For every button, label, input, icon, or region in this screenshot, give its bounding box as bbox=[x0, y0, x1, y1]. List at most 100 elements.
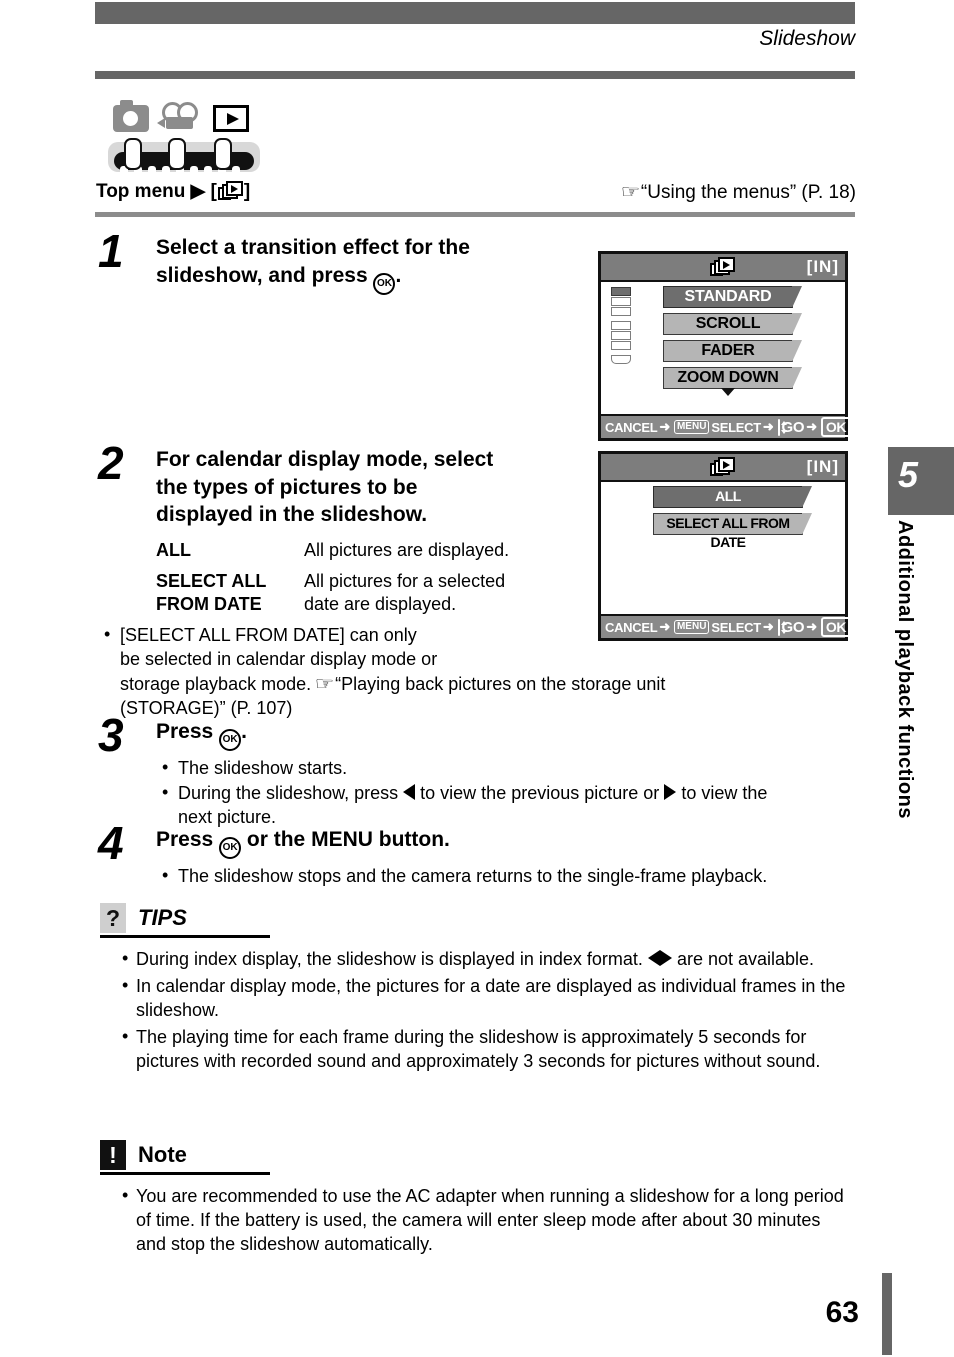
header-top-bar bbox=[95, 2, 855, 24]
dial-knob-movie bbox=[168, 138, 186, 170]
lcd2-guide-cancel: CANCEL bbox=[605, 619, 658, 635]
tips-bullet-1-part2: are not available. bbox=[676, 949, 815, 969]
top-menu-rule bbox=[95, 212, 855, 217]
step-3-title: Press OK. bbox=[156, 718, 767, 751]
definition-desc-select-all-from-date: All pictures for a selected date are dis… bbox=[304, 570, 509, 617]
arrow-left-icon bbox=[403, 783, 416, 800]
lcd1-status-bar: [IN] bbox=[601, 254, 845, 282]
slideshow-icon bbox=[217, 181, 243, 201]
step-3-bullet-1: The slideshow starts. bbox=[156, 756, 767, 781]
step-4-number: 4 bbox=[98, 817, 124, 869]
step-4-title-post: or the MENU button. bbox=[246, 828, 450, 851]
definition-term-line1: SELECT ALL bbox=[156, 570, 267, 591]
step-2-body: For calendar display mode, select the ty… bbox=[156, 446, 509, 623]
top-menu-arrow: ▶ bbox=[190, 181, 206, 202]
step-2-title: For calendar display mode, select the ty… bbox=[156, 446, 509, 529]
lcd2-guide-select: SELECT bbox=[711, 619, 761, 635]
definition-row-select-all-from-date: SELECT ALL FROM DATE All pictures for a … bbox=[156, 570, 509, 617]
lcd1-memory-indicator: [IN] bbox=[806, 257, 839, 276]
lcd2-body: ALL SELECT ALL FROM DATE bbox=[601, 482, 845, 612]
slideshow-icon bbox=[709, 257, 737, 279]
running-head: Slideshow bbox=[759, 27, 855, 50]
step-4-bullets: The slideshow stops and the camera retur… bbox=[156, 864, 767, 889]
step-1-number: 1 bbox=[98, 225, 124, 277]
note-bullets: You are recommended to use the AC adapte… bbox=[100, 1184, 855, 1257]
ok-button-icon: OK bbox=[219, 837, 242, 859]
definition-desc-all: All pictures are displayed. bbox=[304, 540, 510, 561]
chapter-number: 5 bbox=[898, 454, 919, 495]
mode-dial bbox=[108, 138, 260, 177]
arrow-right-icon: ➜ bbox=[806, 419, 817, 434]
step-4-title: Press OK or the MENU button. bbox=[156, 826, 767, 859]
up-down-pad-icon bbox=[777, 618, 787, 636]
dial-knob-camera bbox=[124, 138, 142, 170]
lcd2-menu-item-select-all-from-date[interactable]: SELECT ALL FROM DATE bbox=[653, 512, 812, 550]
note-title: Note bbox=[138, 1142, 187, 1167]
lcd-transition-effect-menu: [IN] STANDARD SCROLL FADER ZOOM DOWN CAN… bbox=[598, 251, 852, 441]
footer-edge-bar bbox=[882, 1273, 892, 1355]
tips-callout: ? TIPS During index display, the slidesh… bbox=[100, 903, 855, 1077]
definition-row-all: ALL All pictures are displayed. bbox=[156, 539, 509, 562]
step-2-definition-list: ALL All pictures are displayed. SELECT A… bbox=[156, 539, 509, 616]
playback-mode-icon bbox=[213, 105, 249, 132]
lcd2-menu-list: ALL SELECT ALL FROM DATE bbox=[653, 485, 812, 550]
pointing-hand-icon: ☞ bbox=[620, 182, 641, 203]
step-3-bullet-2-part2: to view the previous picture or bbox=[420, 782, 660, 803]
ok-button-badge: OK bbox=[820, 617, 852, 637]
top-menu-bracket-close: ] bbox=[243, 181, 251, 202]
ok-button-badge: OK bbox=[820, 417, 852, 437]
movie-mode-icon bbox=[157, 102, 200, 132]
step-2-number: 2 bbox=[98, 437, 124, 489]
step-4-title-pre: Press bbox=[156, 828, 214, 851]
tips-bullet-1-part1: During index display, the slideshow is d… bbox=[136, 949, 643, 969]
lcd2-menu-item-all[interactable]: ALL bbox=[653, 485, 812, 508]
step-2-note-line3-pre: storage playback mode. bbox=[120, 673, 312, 694]
lcd1-guide-go-group: GO ➜ OK bbox=[782, 417, 852, 437]
step-3-title-pre: Press bbox=[156, 720, 214, 743]
menu-button-badge: MENU bbox=[673, 620, 710, 634]
step-4-body: Press OK or the MENU button. The slidesh… bbox=[156, 826, 767, 890]
definition-desc-line2: date are displayed. bbox=[304, 593, 457, 614]
step-2-title-line3: displayed in the slideshow. bbox=[156, 503, 428, 527]
up-down-pad-icon bbox=[777, 418, 787, 436]
lcd1-guide-bar: CANCEL ➜ MENU SELECT ➜ GO ➜ OK bbox=[601, 414, 852, 438]
step-1-body: Select a transition effect for the slide… bbox=[156, 234, 470, 295]
step-3-bullet-2-part4: next picture. bbox=[178, 806, 277, 827]
reference-using-the-menus: ☞“Using the menus” (P. 18) bbox=[620, 181, 856, 204]
step-2-note-line2: be selected in calendar display mode or bbox=[120, 648, 438, 669]
lcd1-menu-item-scroll[interactable]: SCROLL bbox=[663, 312, 802, 335]
top-menu-bracket-open: [ bbox=[210, 181, 217, 202]
lcd1-page-scroll-indicator bbox=[611, 287, 633, 365]
step-2-title-line2: the types of pictures to be bbox=[156, 475, 418, 499]
chevron-down-icon bbox=[721, 388, 735, 396]
arrow-right-icon: ➜ bbox=[806, 619, 817, 634]
lcd1-guide-select: SELECT bbox=[711, 419, 761, 435]
chapter-title: Additional playback functions bbox=[894, 520, 916, 819]
pointing-hand-icon: ☞ bbox=[314, 673, 335, 695]
dial-knob-playback bbox=[214, 138, 232, 170]
lcd2-memory-indicator: [IN] bbox=[806, 457, 839, 476]
lcd2-status-bar: [IN] bbox=[601, 454, 845, 482]
lcd1-menu-item-zoom-down[interactable]: ZOOM DOWN bbox=[663, 366, 802, 389]
step-4-bullet-1: The slideshow stops and the camera retur… bbox=[156, 864, 767, 889]
step-3-body: Press OK. The slideshow starts. During t… bbox=[156, 718, 767, 831]
step-1-title-line2: slideshow, and press bbox=[156, 263, 368, 287]
exclamation-mark-icon: ! bbox=[100, 1140, 126, 1170]
lcd2-guide-bar: CANCEL ➜ MENU SELECT ➜ GO ➜ OK bbox=[601, 614, 852, 638]
definition-term-select-all-from-date: SELECT ALL FROM DATE bbox=[156, 570, 304, 617]
question-mark-icon: ? bbox=[100, 903, 126, 933]
top-menu-text: Top menu bbox=[96, 181, 186, 202]
step-3-number: 3 bbox=[98, 709, 124, 761]
lcd1-menu-list: STANDARD SCROLL FADER ZOOM DOWN bbox=[663, 285, 802, 396]
step-2-note-line3-ref: “Playing back pictures on the storage un… bbox=[335, 673, 666, 694]
lcd1-menu-item-fader[interactable]: FADER bbox=[663, 339, 802, 362]
step-3-bullet-2-part1: During the slideshow, press bbox=[178, 782, 399, 803]
step-2-note-line1: [SELECT ALL FROM DATE] can only bbox=[120, 625, 417, 645]
step-3-bullet-2-part3: to view the bbox=[681, 782, 768, 803]
lcd1-menu-item-standard[interactable]: STANDARD bbox=[663, 285, 802, 308]
lcd-picture-type-menu: [IN] ALL SELECT ALL FROM DATE CANCEL ➜ M… bbox=[598, 451, 852, 641]
lcd2-guide-go-group: GO ➜ OK bbox=[782, 617, 852, 637]
arrow-left-icon bbox=[647, 950, 660, 966]
tips-bullets: During index display, the slideshow is d… bbox=[100, 947, 855, 1074]
lcd1-guide-cancel: CANCEL bbox=[605, 419, 658, 435]
